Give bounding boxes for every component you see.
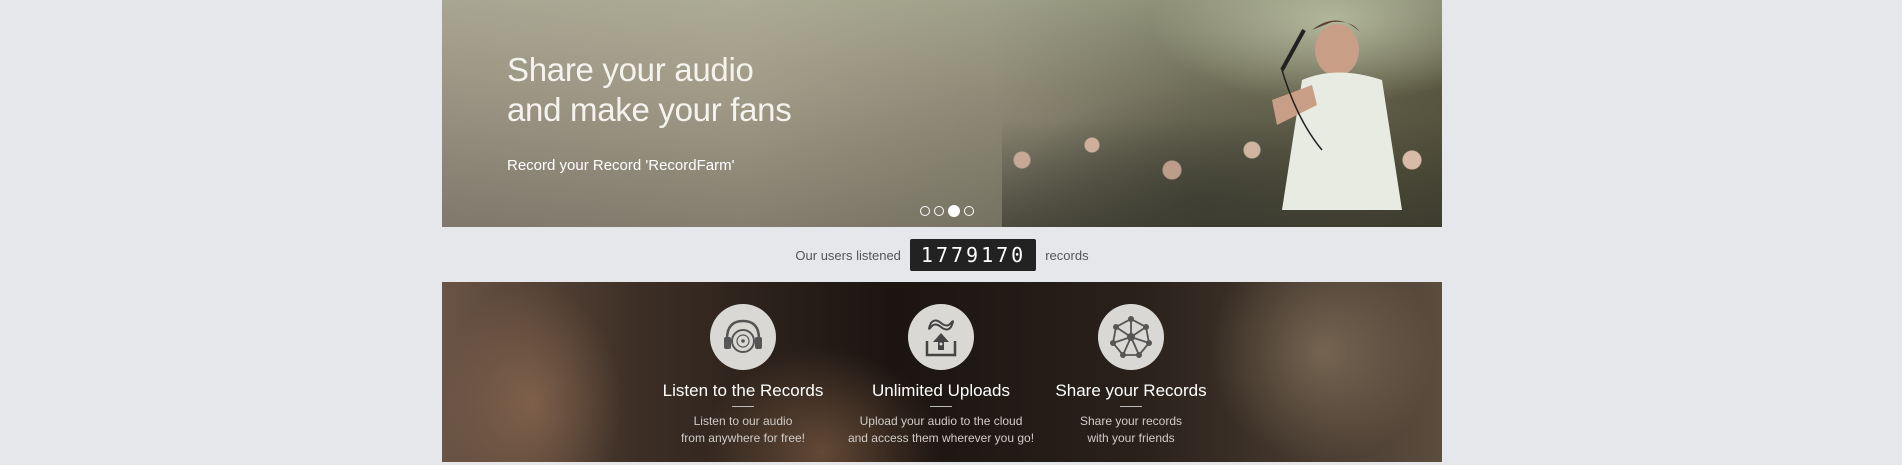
feature-listen: Listen to the Records Listen to our audi… <box>648 304 838 447</box>
feature-uploads-desc: Upload your audio to the cloud and acces… <box>846 413 1036 447</box>
feature-share-desc: Share your records with your friends <box>1036 413 1226 447</box>
listen-counter: Our users listened 1779170 records <box>442 238 1442 272</box>
feature-uploads-desc-line1: Upload your audio to the cloud <box>859 414 1023 428</box>
headphones-record-icon[interactable] <box>710 304 776 370</box>
counter-suffix: records <box>1045 247 1089 263</box>
network-share-icon[interactable] <box>1098 304 1164 370</box>
slider-dot-3[interactable] <box>948 205 960 217</box>
slider-dot-2[interactable] <box>934 206 944 216</box>
feature-share: Share your Records Share your records wi… <box>1036 304 1226 447</box>
feature-listen-desc-line2: from anywhere for free! <box>680 431 806 445</box>
feature-divider <box>1120 406 1142 407</box>
cloud-upload-icon[interactable] <box>908 304 974 370</box>
feature-listen-title: Listen to the Records <box>662 381 824 400</box>
feature-listen-desc-line1: Listen to our audio <box>693 414 793 428</box>
hero-slider[interactable]: Share your audio and make your fans Reco… <box>442 0 1442 227</box>
feature-uploads-title: Unlimited Uploads <box>872 381 1010 400</box>
feature-share-desc-line1: Share your records <box>1079 414 1183 428</box>
slider-dot-4[interactable] <box>964 206 974 216</box>
feature-share-title: Share your Records <box>1055 381 1207 400</box>
feature-divider <box>732 406 754 407</box>
hero-title-line1: Share your audio <box>507 51 754 88</box>
slider-pagination <box>920 205 974 220</box>
feature-uploads-desc-line2: and access them wherever you go! <box>847 431 1035 445</box>
feature-share-desc-line2: with your friends <box>1087 431 1175 445</box>
counter-value: 1779170 <box>909 239 1037 271</box>
hero-title: Share your audio and make your fans <box>507 50 792 130</box>
feature-listen-desc: Listen to our audio from anywhere for fr… <box>648 413 838 447</box>
slider-dot-1[interactable] <box>920 206 930 216</box>
hero-subtitle: Record your Record 'RecordFarm' <box>507 157 735 174</box>
hero-singer-image <box>1272 20 1402 210</box>
features-section: Listen to the Records Listen to our audi… <box>442 282 1442 462</box>
feature-uploads: Unlimited Uploads Upload your audio to t… <box>846 304 1036 447</box>
feature-divider <box>930 406 952 407</box>
counter-prefix: Our users listened <box>795 247 901 263</box>
hero-title-line2: and make your fans <box>507 91 792 128</box>
